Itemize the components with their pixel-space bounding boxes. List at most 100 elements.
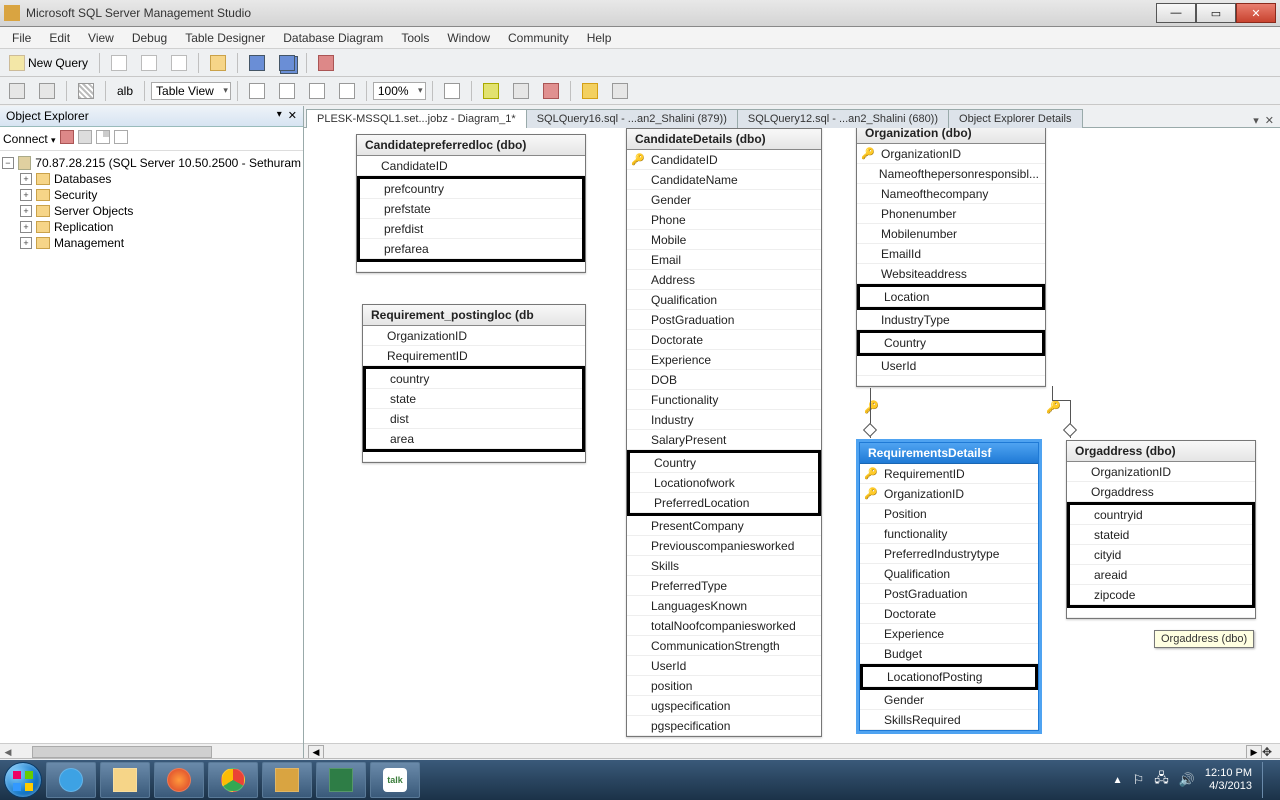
pane-close-icon[interactable]: ✕: [288, 109, 297, 123]
tree-label: Management: [54, 236, 124, 250]
close-button[interactable]: ✕: [1236, 3, 1276, 23]
add-related-button[interactable]: [508, 80, 534, 102]
tray-volume-icon[interactable]: 🔊: [1179, 772, 1195, 788]
menu-debug[interactable]: Debug: [124, 29, 175, 47]
tree-server-node[interactable]: − 70.87.28.215 (SQL Server 10.50.2500 - …: [2, 155, 301, 171]
open-button[interactable]: [205, 52, 231, 74]
tree-label: Server Objects: [54, 204, 133, 218]
pagebreak-button[interactable]: [244, 80, 270, 102]
table-column: Qualification: [860, 564, 1038, 584]
manage-keys-button[interactable]: [607, 80, 633, 102]
tab-close-icon[interactable]: ✕: [1265, 114, 1274, 127]
menu-tools[interactable]: Tools: [393, 29, 437, 47]
taskbar-ie[interactable]: [46, 762, 96, 798]
tab-diagram[interactable]: PLESK-MSSQL1.set...jobz - Diagram_1*: [306, 109, 527, 128]
delete-button[interactable]: [538, 80, 564, 102]
tab-sqlquery16[interactable]: SQLQuery16.sql - ...an2_Shalini (879)): [526, 109, 738, 128]
add-table-button[interactable]: [34, 80, 60, 102]
relation-button[interactable]: [73, 80, 99, 102]
table-candidatepreferredloc[interactable]: Candidatepreferredloc (dbo) CandidateID …: [356, 134, 586, 273]
object-explorer-tree[interactable]: − 70.87.28.215 (SQL Server 10.50.2500 - …: [0, 151, 303, 743]
zoom-combo[interactable]: 100%: [373, 82, 426, 100]
menu-community[interactable]: Community: [500, 29, 577, 47]
set-pk-button[interactable]: [577, 80, 603, 102]
tree-node-server-objects[interactable]: + Server Objects: [2, 203, 301, 219]
tray-flag-icon[interactable]: ⚐: [1133, 772, 1145, 788]
script-button[interactable]: [439, 80, 465, 102]
table-column: LocationofPosting: [863, 667, 1035, 687]
taskbar-excel[interactable]: [316, 762, 366, 798]
expand-icon[interactable]: +: [20, 237, 32, 249]
menu-view[interactable]: View: [80, 29, 122, 47]
menu-window[interactable]: Window: [439, 29, 498, 47]
filter-button[interactable]: [96, 130, 110, 147]
maximize-button[interactable]: ▭: [1196, 3, 1236, 23]
tree-node-security[interactable]: + Security: [2, 187, 301, 203]
tab-object-explorer-details[interactable]: Object Explorer Details: [948, 109, 1083, 128]
save-button[interactable]: [244, 52, 270, 74]
connect-button[interactable]: Connect ▾: [3, 132, 56, 146]
table-requirementsdetails[interactable]: RequirementsDetailsf 🔑RequirementID🔑Orga…: [859, 442, 1039, 731]
table-candidatedetails[interactable]: CandidateDetails (dbo) 🔑CandidateIDCandi…: [626, 128, 822, 737]
collapse-icon[interactable]: −: [2, 157, 14, 169]
tree-node-databases[interactable]: + Databases: [2, 171, 301, 187]
table-column: Qualification: [627, 290, 821, 310]
pan-icon[interactable]: ✥: [1262, 745, 1276, 759]
autosize-button[interactable]: [304, 80, 330, 102]
table-column: Websiteaddress: [857, 264, 1045, 284]
table-column: Orgaddress: [1067, 482, 1255, 502]
tree-label: Replication: [54, 220, 113, 234]
save-all-button[interactable]: [274, 52, 300, 74]
folder-icon: [36, 189, 50, 201]
menu-file[interactable]: File: [4, 29, 39, 47]
new-table-button[interactable]: [4, 80, 30, 102]
recalc-button[interactable]: [274, 80, 300, 102]
scroll-left-icon[interactable]: ◀: [308, 745, 324, 759]
new-annotation-button[interactable]: [478, 80, 504, 102]
taskbar-gtalk[interactable]: talk: [370, 762, 420, 798]
menu-edit[interactable]: Edit: [41, 29, 78, 47]
stop-button[interactable]: [78, 130, 92, 147]
show-desktop-button[interactable]: [1262, 762, 1270, 798]
menu-help[interactable]: Help: [579, 29, 620, 47]
expand-icon[interactable]: +: [20, 205, 32, 217]
table-orgaddress[interactable]: Orgaddress (dbo) OrganizationIDOrgaddres…: [1066, 440, 1256, 619]
menu-table-designer[interactable]: Table Designer: [177, 29, 273, 47]
tray-clock[interactable]: 12:10 PM 4/3/2013: [1205, 767, 1252, 793]
minimize-button[interactable]: —: [1156, 3, 1196, 23]
arrange-button[interactable]: [334, 80, 360, 102]
taskbar-ssms[interactable]: [262, 762, 312, 798]
toolbar-btn-1[interactable]: [106, 52, 132, 74]
pane-dropdown-icon[interactable]: ▾: [277, 109, 282, 123]
delete-icon: [543, 83, 559, 99]
alb-button[interactable]: alb: [112, 81, 138, 101]
toolbar-btn-3[interactable]: [166, 52, 192, 74]
expand-icon[interactable]: +: [20, 221, 32, 233]
table-organization[interactable]: Organization (dbo) 🔑OrganizationIDNameof…: [856, 128, 1046, 387]
tree-node-replication[interactable]: + Replication: [2, 219, 301, 235]
pagebreak-icon: [249, 83, 265, 99]
database-diagram-canvas[interactable]: Candidatepreferredloc (dbo) CandidateID …: [304, 128, 1280, 760]
refresh-button[interactable]: [114, 130, 128, 147]
taskbar-firefox[interactable]: [154, 762, 204, 798]
taskbar-explorer[interactable]: [100, 762, 150, 798]
tab-dropdown-icon[interactable]: ▾: [1253, 114, 1259, 127]
table-requirement-postingloc[interactable]: Requirement_postingloc (db OrganizationI…: [362, 304, 586, 463]
tray-network-icon[interactable]: 🖧: [1154, 769, 1169, 791]
table-view-combo[interactable]: Table View: [151, 82, 231, 100]
tree-node-management[interactable]: + Management: [2, 235, 301, 251]
taskbar-chrome[interactable]: [208, 762, 258, 798]
start-button[interactable]: [4, 762, 42, 798]
toolbar-btn-activity[interactable]: [313, 52, 339, 74]
excel-icon: [329, 768, 353, 792]
expand-icon[interactable]: +: [20, 189, 32, 201]
menu-database-diagram[interactable]: Database Diagram: [275, 29, 391, 47]
scrollbar-thumb[interactable]: [32, 746, 212, 758]
new-query-button[interactable]: New Query: [4, 52, 93, 74]
scroll-right-icon[interactable]: ▶: [1246, 745, 1262, 759]
tab-sqlquery12[interactable]: SQLQuery12.sql - ...an2_Shalini (680)): [737, 109, 949, 128]
expand-icon[interactable]: +: [20, 173, 32, 185]
tray-overflow-icon[interactable]: ▲: [1113, 775, 1123, 786]
toolbar-btn-2[interactable]: [136, 52, 162, 74]
disconnect-button[interactable]: [60, 130, 74, 147]
